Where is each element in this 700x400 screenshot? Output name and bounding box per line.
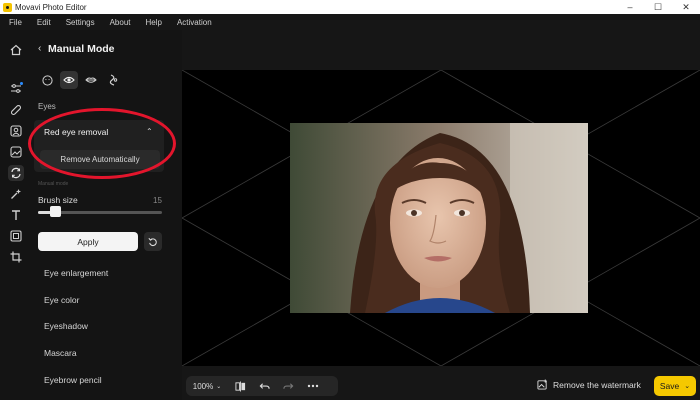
zoom-controls: 100% ⌄: [186, 376, 338, 396]
face-icon[interactable]: [38, 71, 56, 89]
remove-watermark-label: Remove the watermark: [553, 379, 641, 390]
image-icon[interactable]: [8, 144, 24, 160]
portrait-icon[interactable]: [8, 123, 24, 139]
brush-size-value: 15: [153, 196, 162, 205]
save-label: Save: [659, 381, 680, 391]
retouch-icon[interactable]: [8, 102, 24, 118]
more-icon[interactable]: [300, 384, 326, 388]
menu-about[interactable]: About: [110, 18, 131, 27]
menu-settings[interactable]: Settings: [66, 18, 95, 27]
menu-activation[interactable]: Activation: [177, 18, 212, 27]
reset-icon[interactable]: [144, 232, 162, 251]
magic-wand-icon[interactable]: [8, 186, 24, 202]
home-icon[interactable]: [8, 42, 24, 58]
tool-eye-enlargement[interactable]: Eye enlargement: [44, 268, 108, 278]
hair-icon[interactable]: [104, 71, 122, 89]
zoom-value: 100%: [192, 381, 214, 391]
crop-icon[interactable]: [8, 249, 24, 265]
back-chevron-icon[interactable]: ‹: [38, 43, 41, 54]
eye-icon[interactable]: [60, 71, 78, 89]
save-button[interactable]: Save ⌄: [654, 376, 696, 396]
mode-title: Manual Mode: [48, 43, 115, 55]
close-button[interactable]: ✕: [672, 0, 700, 14]
apply-button[interactable]: Apply: [38, 232, 138, 251]
menu-help[interactable]: Help: [146, 18, 162, 27]
menu-edit[interactable]: Edit: [37, 18, 51, 27]
title-bar: Movavi Photo Editor – ☐ ✕: [0, 0, 700, 14]
brush-size-label: Brush size: [38, 195, 78, 205]
tool-eyebrow-pencil[interactable]: Eyebrow pencil: [44, 375, 102, 385]
app-logo-icon: [3, 2, 12, 12]
tool-eye-color[interactable]: Eye color: [44, 295, 79, 305]
manual-mode-label: Manual mode: [38, 181, 69, 187]
frame-icon[interactable]: [8, 228, 24, 244]
adjust-icon[interactable]: [8, 81, 24, 97]
chevron-down-icon: ⌄: [216, 383, 222, 390]
lips-icon[interactable]: [82, 71, 100, 89]
zoom-level[interactable]: 100% ⌄: [186, 382, 228, 391]
tool-mascara[interactable]: Mascara: [44, 348, 77, 358]
compare-icon[interactable]: [228, 380, 252, 392]
tool-eyeshadow[interactable]: Eyeshadow: [44, 321, 88, 331]
slider-handle[interactable]: [50, 206, 62, 217]
maximize-button[interactable]: ☐: [644, 0, 672, 14]
watermark-icon: [537, 379, 548, 390]
section-label: Eyes: [38, 102, 56, 111]
minimize-button[interactable]: –: [616, 0, 644, 14]
undo-icon[interactable]: [252, 381, 276, 392]
menu-file[interactable]: File: [9, 18, 22, 27]
replace-icon[interactable]: [8, 165, 24, 181]
redo-icon[interactable]: [276, 381, 300, 392]
chevron-down-icon: ⌄: [684, 383, 691, 390]
highlight-oval: [28, 108, 176, 179]
window-controls: – ☐ ✕: [616, 0, 700, 14]
app-title: Movavi Photo Editor: [15, 2, 87, 12]
menu-bar: File Edit Settings About Help Activation: [0, 14, 700, 30]
remove-watermark-button[interactable]: Remove the watermark: [537, 379, 641, 390]
canvas-top-strip: [182, 30, 700, 70]
new-dot-icon: [20, 82, 23, 85]
portrait-photo[interactable]: [290, 123, 588, 313]
text-icon[interactable]: [8, 207, 24, 223]
